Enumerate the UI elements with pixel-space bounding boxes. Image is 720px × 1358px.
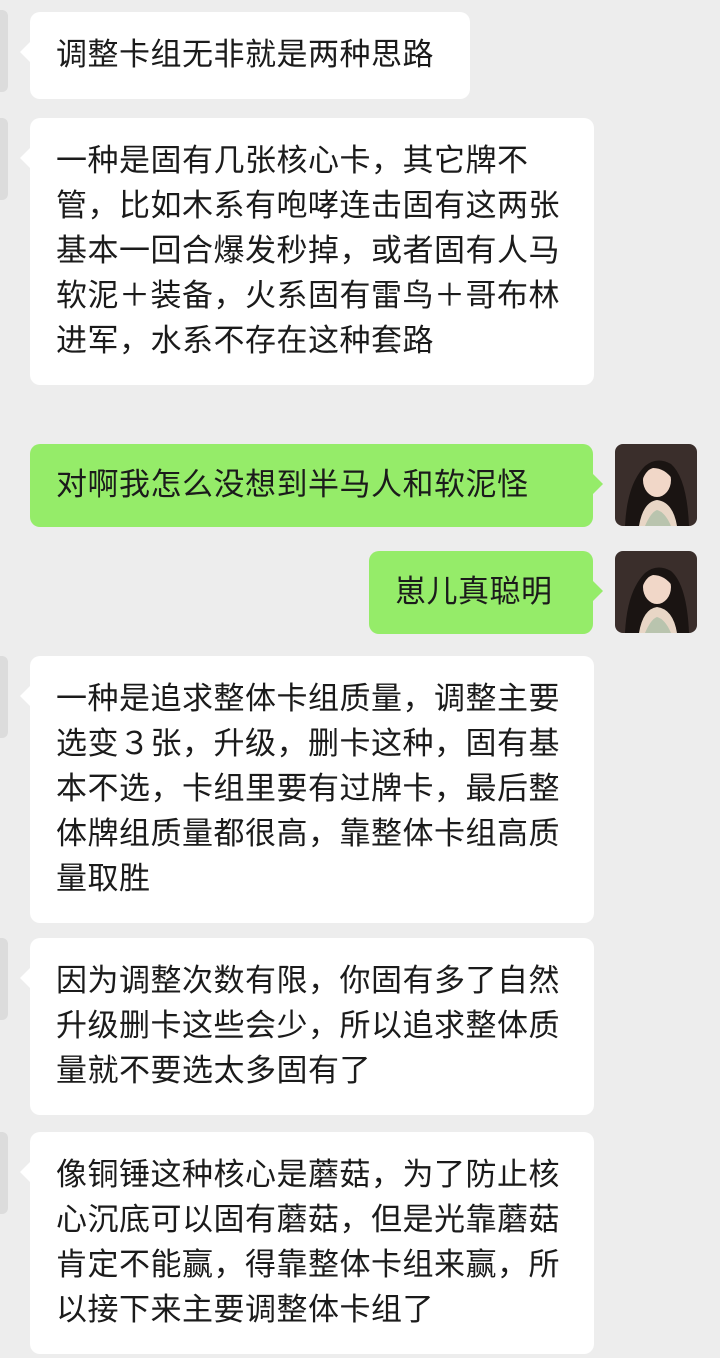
message-text: 调整卡组无非就是两种思路: [56, 37, 434, 73]
user-avatar[interactable]: [615, 551, 697, 633]
message-text: 像铜锤这种核心是蘑菇，为了防止核心沉底可以固有蘑菇，但是光靠蘑菇肯定不能赢，得靠…: [56, 1157, 560, 1328]
message-text: 因为调整次数有限，你固有多了自然升级删卡这些会少，所以追求整体质量就不要选太多固…: [56, 963, 560, 1089]
message-bubble-incoming[interactable]: 一种是固有几张核心卡，其它牌不管，比如木系有咆哮连击固有这两张基本一回合爆发秒掉…: [20, 118, 594, 385]
user-avatar-image: [615, 444, 697, 526]
message-bubble-outgoing[interactable]: 崽儿真聪明: [369, 551, 603, 634]
message-text: 一种是追求整体卡组质量，调整主要选变３张，升级，删卡这种，固有基本不选，卡组里要…: [56, 681, 560, 897]
contact-avatar[interactable]: [0, 118, 8, 200]
user-avatar[interactable]: [615, 444, 697, 526]
message-bubble-incoming[interactable]: 像铜锤这种核心是蘑菇，为了防止核心沉底可以固有蘑菇，但是光靠蘑菇肯定不能赢，得靠…: [20, 1132, 594, 1354]
message-bubble-incoming[interactable]: 因为调整次数有限，你固有多了自然升级删卡这些会少，所以追求整体质量就不要选太多固…: [20, 938, 594, 1115]
contact-avatar[interactable]: [0, 10, 8, 92]
chat-message-list[interactable]: 调整卡组无非就是两种思路 一种是固有几张核心卡，其它牌不管，比如木系有咆哮连击固…: [0, 0, 720, 1358]
message-bubble-incoming[interactable]: 一种是追求整体卡组质量，调整主要选变３张，升级，删卡这种，固有基本不选，卡组里要…: [20, 656, 594, 923]
user-avatar-image: [615, 551, 697, 633]
contact-avatar[interactable]: [0, 938, 8, 1020]
message-bubble-incoming[interactable]: 调整卡组无非就是两种思路: [20, 12, 470, 99]
message-text: 一种是固有几张核心卡，其它牌不管，比如木系有咆哮连击固有这两张基本一回合爆发秒掉…: [56, 143, 560, 359]
message-text: 崽儿真聪明: [395, 574, 553, 610]
message-bubble-outgoing[interactable]: 对啊我怎么没想到半马人和软泥怪: [30, 444, 603, 527]
contact-avatar[interactable]: [0, 1132, 8, 1214]
contact-avatar[interactable]: [0, 656, 8, 738]
message-text: 对啊我怎么没想到半马人和软泥怪: [56, 467, 529, 503]
